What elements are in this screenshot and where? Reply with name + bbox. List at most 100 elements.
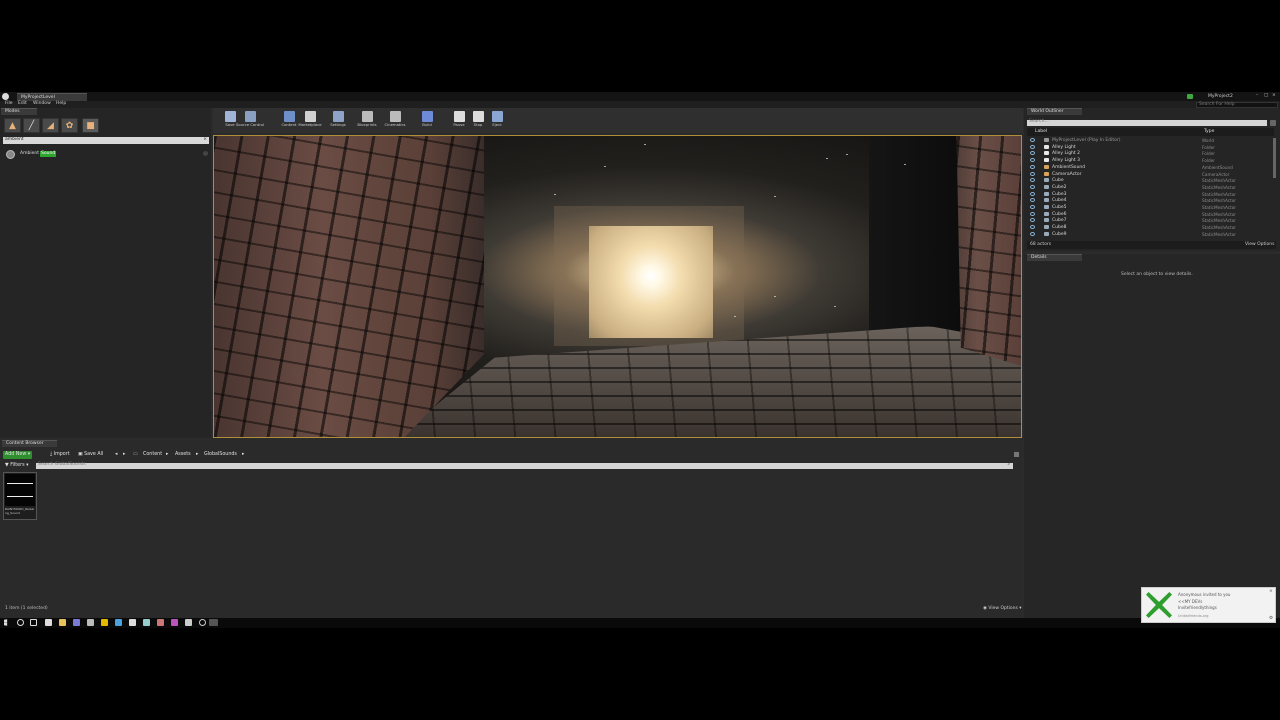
place-mode-icon[interactable]: ▲ (4, 118, 21, 133)
paint-mode-icon[interactable]: ╱ (23, 118, 40, 133)
outliner-row[interactable]: Cube5 StaticMeshActor (1027, 204, 1274, 211)
visibility-eye-icon[interactable] (1030, 205, 1035, 209)
visibility-eye-icon[interactable] (1030, 178, 1035, 183)
clear-search-icon[interactable]: × (203, 137, 207, 143)
unreal-taskbar-icon[interactable] (209, 619, 218, 626)
modes-tab[interactable]: Modes (1, 108, 37, 115)
app-icon-5[interactable] (129, 619, 136, 626)
breadcrumb-assets[interactable]: Assets (173, 451, 193, 459)
project-badge-icon (1187, 94, 1193, 99)
outliner-settings-icon[interactable] (1270, 120, 1276, 126)
visibility-eye-icon[interactable] (1030, 138, 1035, 142)
visibility-eye-icon[interactable] (1030, 144, 1035, 149)
modes-search-input[interactable]: ambient × (3, 137, 209, 144)
outliner-view-options[interactable]: View Options (1245, 242, 1274, 248)
blueprints-button[interactable]: Blueprints (353, 109, 381, 132)
visibility-eye-icon[interactable] (1030, 158, 1035, 163)
cortana-icon[interactable] (17, 619, 24, 626)
visibility-eye-icon[interactable] (1030, 198, 1035, 203)
visibility-eye-icon[interactable] (1030, 164, 1035, 169)
breadcrumb-content[interactable]: Content (141, 451, 164, 459)
build-button[interactable]: Build (413, 109, 441, 132)
app-icon-9[interactable] (185, 619, 192, 626)
marketplace-button[interactable]: Marketplace (296, 109, 324, 132)
eject-button[interactable]: Eject (483, 109, 511, 132)
menu-window[interactable]: Window (33, 101, 51, 107)
ambient-sound-item[interactable]: Ambient Sound (3, 148, 209, 160)
geometry-mode-icon[interactable]: ■ (82, 118, 99, 133)
viewport-lit-doorway (589, 226, 713, 338)
outliner-row[interactable]: Cube3 StaticMeshActor (1027, 191, 1274, 198)
outliner-row[interactable]: Cube6 StaticMeshActor (1027, 211, 1274, 218)
app-icon-8[interactable] (171, 619, 178, 626)
close-window-button[interactable]: × (1272, 93, 1276, 99)
app-icon-6[interactable] (143, 619, 150, 626)
notification-settings-icon[interactable]: ⚙ (1269, 616, 1273, 622)
level-viewport[interactable] (213, 135, 1022, 438)
import-button[interactable]: ⤓ Import (48, 451, 72, 459)
outliner-row[interactable]: MyProjectLevel (Play In Editor) World (1027, 137, 1274, 144)
menu-file[interactable]: File (5, 101, 13, 107)
visibility-eye-icon[interactable] (1030, 151, 1035, 156)
foliage-mode-icon[interactable]: ✿ (61, 118, 78, 133)
minimize-button[interactable]: – (1256, 93, 1258, 99)
app-icon-2[interactable] (87, 619, 94, 626)
visibility-eye-icon[interactable] (1030, 218, 1035, 223)
app-icon-4[interactable] (115, 619, 122, 626)
sound-asset-tile[interactable]: RAINYMOOD_Relaxing_Sound (3, 472, 37, 520)
menu-help[interactable]: Help (56, 101, 66, 107)
outliner-scrollbar[interactable] (1273, 138, 1276, 178)
app-icon-10[interactable] (199, 619, 206, 626)
details-tab[interactable]: Details (1027, 254, 1082, 261)
source-control-button[interactable]: Source Control (236, 109, 264, 132)
back-arrow-icon[interactable]: ◂ (113, 451, 119, 459)
visibility-eye-icon[interactable] (1030, 184, 1035, 189)
edge-icon[interactable] (45, 619, 52, 626)
settings-button[interactable]: Settings (324, 109, 352, 132)
cinematics-button[interactable]: Cinematics (381, 109, 409, 132)
app-icon-1[interactable] (73, 619, 80, 626)
visibility-eye-icon[interactable] (1030, 231, 1035, 236)
notification-close-icon[interactable]: × (1269, 589, 1273, 595)
content-status: 1 item (1 selected) (5, 606, 48, 611)
outliner-row[interactable]: AmbientSound AmbientSound (1027, 164, 1274, 171)
explorer-icon[interactable] (59, 619, 66, 626)
col-label-header[interactable]: Label (1035, 129, 1047, 135)
visibility-eye-icon[interactable] (1030, 171, 1035, 176)
outliner-row[interactable]: Alley Light 3 Folder (1027, 157, 1274, 164)
visibility-eye-icon[interactable] (1030, 225, 1035, 230)
visibility-eye-icon[interactable] (1030, 191, 1035, 196)
menu-edit[interactable]: Edit (18, 101, 27, 107)
outliner-row[interactable]: Cube9 StaticMeshActor (1027, 231, 1274, 238)
maximize-button[interactable]: □ (1264, 93, 1268, 99)
outliner-row[interactable]: Cube2 StaticMeshActor (1027, 184, 1274, 191)
app-icon-7[interactable] (157, 619, 164, 626)
save-all-button[interactable]: ▣ Save All (76, 451, 105, 459)
content-view-options[interactable]: ◉ View Options ▾ (983, 606, 1022, 612)
outliner-row[interactable]: Alley Light 2 Folder (1027, 150, 1274, 157)
notification-toast[interactable]: Anonymous invited to you <<MY DEVs Invit… (1141, 587, 1276, 623)
breadcrumb-globalsounds[interactable]: GlobalSounds (202, 451, 239, 459)
add-new-button[interactable]: Add New ▾ (3, 451, 33, 459)
outliner-row[interactable]: Cube7 StaticMeshActor (1027, 217, 1274, 224)
outliner-row[interactable]: Cube StaticMeshActor (1027, 177, 1274, 184)
outliner-row[interactable]: Cube8 StaticMeshActor (1027, 224, 1274, 231)
world-outliner-tab[interactable]: World Outliner (1027, 108, 1082, 115)
level-tab[interactable]: MyProjectLevel (17, 93, 87, 101)
outliner-row[interactable]: CameraActor CameraActor (1027, 171, 1274, 178)
visibility-eye-icon[interactable] (1030, 211, 1035, 216)
item-info-icon[interactable] (203, 151, 208, 156)
app-icon-3[interactable] (101, 619, 108, 626)
lock-icon[interactable] (1014, 452, 1019, 457)
content-browser-tab[interactable]: Content Browser (2, 440, 57, 447)
stop-label: Stop (473, 122, 483, 127)
content-search-input[interactable]: Search GlobalSounds ⌕ (36, 462, 1013, 469)
outliner-row[interactable]: Cube4 StaticMeshActor (1027, 197, 1274, 204)
outliner-row[interactable]: Alley Light Folder (1027, 144, 1274, 151)
filters-button[interactable]: ▼ Filters ▾ (3, 462, 31, 469)
col-type-header[interactable]: Type (1204, 129, 1214, 135)
forward-arrow-icon[interactable]: ▸ (121, 451, 127, 459)
outliner-search-input[interactable]: Search... (1027, 119, 1267, 126)
task-view-icon[interactable] (30, 619, 37, 626)
landscape-mode-icon[interactable]: ◢ (42, 118, 59, 133)
